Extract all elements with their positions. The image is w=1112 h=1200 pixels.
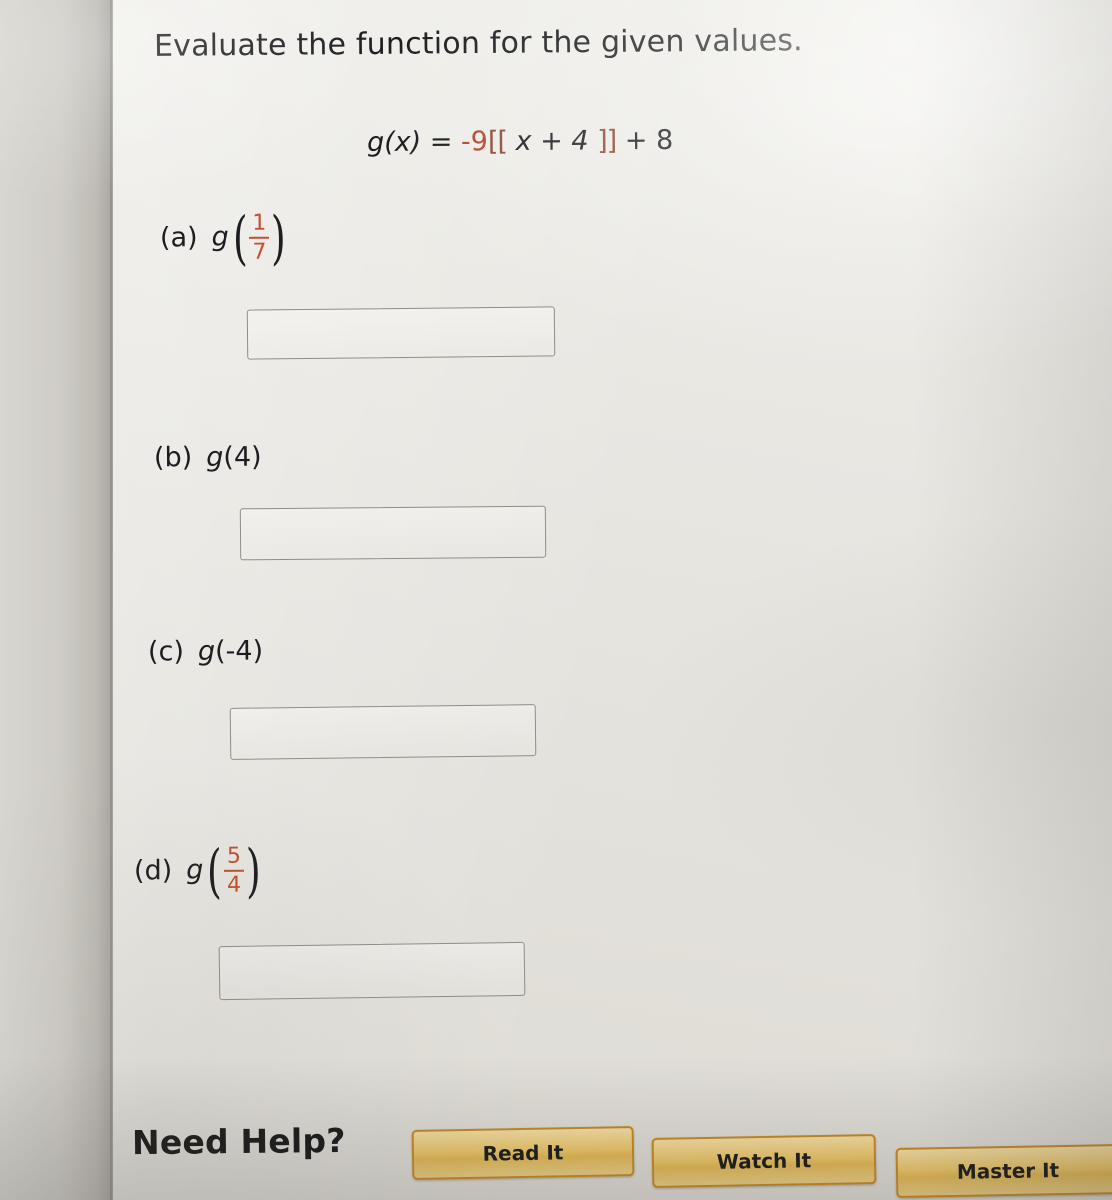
part-b: (b) g(4) xyxy=(154,442,262,474)
worksheet-page: Evaluate the function for the given valu… xyxy=(0,0,1112,1200)
question-prompt: Evaluate the function for the given valu… xyxy=(153,23,803,64)
part-b-function: g xyxy=(206,441,224,474)
part-a-function: g xyxy=(211,221,229,253)
part-c: (c) g(-4) xyxy=(148,636,263,668)
paren-open-icon: ( xyxy=(232,203,248,272)
part-d: (d) g(5 4) xyxy=(133,836,265,905)
answer-input-b[interactable] xyxy=(239,505,547,561)
equation-coefficient: -9 xyxy=(460,126,489,158)
fraction-bar-icon xyxy=(223,869,245,872)
need-help-label: Need Help? xyxy=(131,1120,346,1163)
equation-equals: = xyxy=(429,126,453,158)
part-d-denominator: 4 xyxy=(227,872,242,898)
part-c-function: g xyxy=(197,635,216,668)
page-left-margin xyxy=(0,0,112,1200)
equation-bracket-open: [[ xyxy=(487,126,508,158)
part-c-argument: (-4) xyxy=(214,635,264,667)
part-a-numerator: 1 xyxy=(252,210,267,236)
master-it-button[interactable]: Master It xyxy=(895,1144,1112,1198)
question-content: Evaluate the function for the given valu… xyxy=(112,0,1112,1200)
part-d-function: g xyxy=(186,854,204,886)
equation-inner: x + 4 xyxy=(515,125,589,158)
part-a-denominator: 7 xyxy=(252,239,267,265)
read-it-button[interactable]: Read It xyxy=(411,1126,635,1180)
answer-input-c[interactable] xyxy=(229,704,537,760)
function-definition: g(x) = -9[[ x + 4 ]] + 8 xyxy=(367,125,673,158)
equation-bracket-close: ]] xyxy=(597,125,617,157)
paren-close-icon: ) xyxy=(271,203,287,272)
answer-input-d[interactable] xyxy=(218,941,526,1001)
part-d-argument: (5 4) xyxy=(203,836,265,905)
part-b-argument: (4) xyxy=(223,441,262,473)
fraction-bar-icon xyxy=(249,236,270,239)
watch-it-button[interactable]: Watch It xyxy=(651,1134,877,1188)
equation-plus-term: + 8 xyxy=(624,124,674,157)
part-d-numerator: 5 xyxy=(226,843,241,869)
part-b-label: (b) xyxy=(153,442,193,474)
paren-close-icon: ) xyxy=(245,836,261,905)
part-a-argument: (1 7) xyxy=(229,203,291,272)
answer-input-a[interactable] xyxy=(246,306,556,360)
part-a: (a) g(1 7) xyxy=(159,203,291,272)
paren-open-icon: ( xyxy=(207,836,223,905)
part-d-label: (d) xyxy=(133,854,173,887)
part-c-label: (c) xyxy=(147,636,185,668)
part-a-label: (a) xyxy=(159,221,198,254)
equation-lhs: g(x) xyxy=(366,126,422,159)
